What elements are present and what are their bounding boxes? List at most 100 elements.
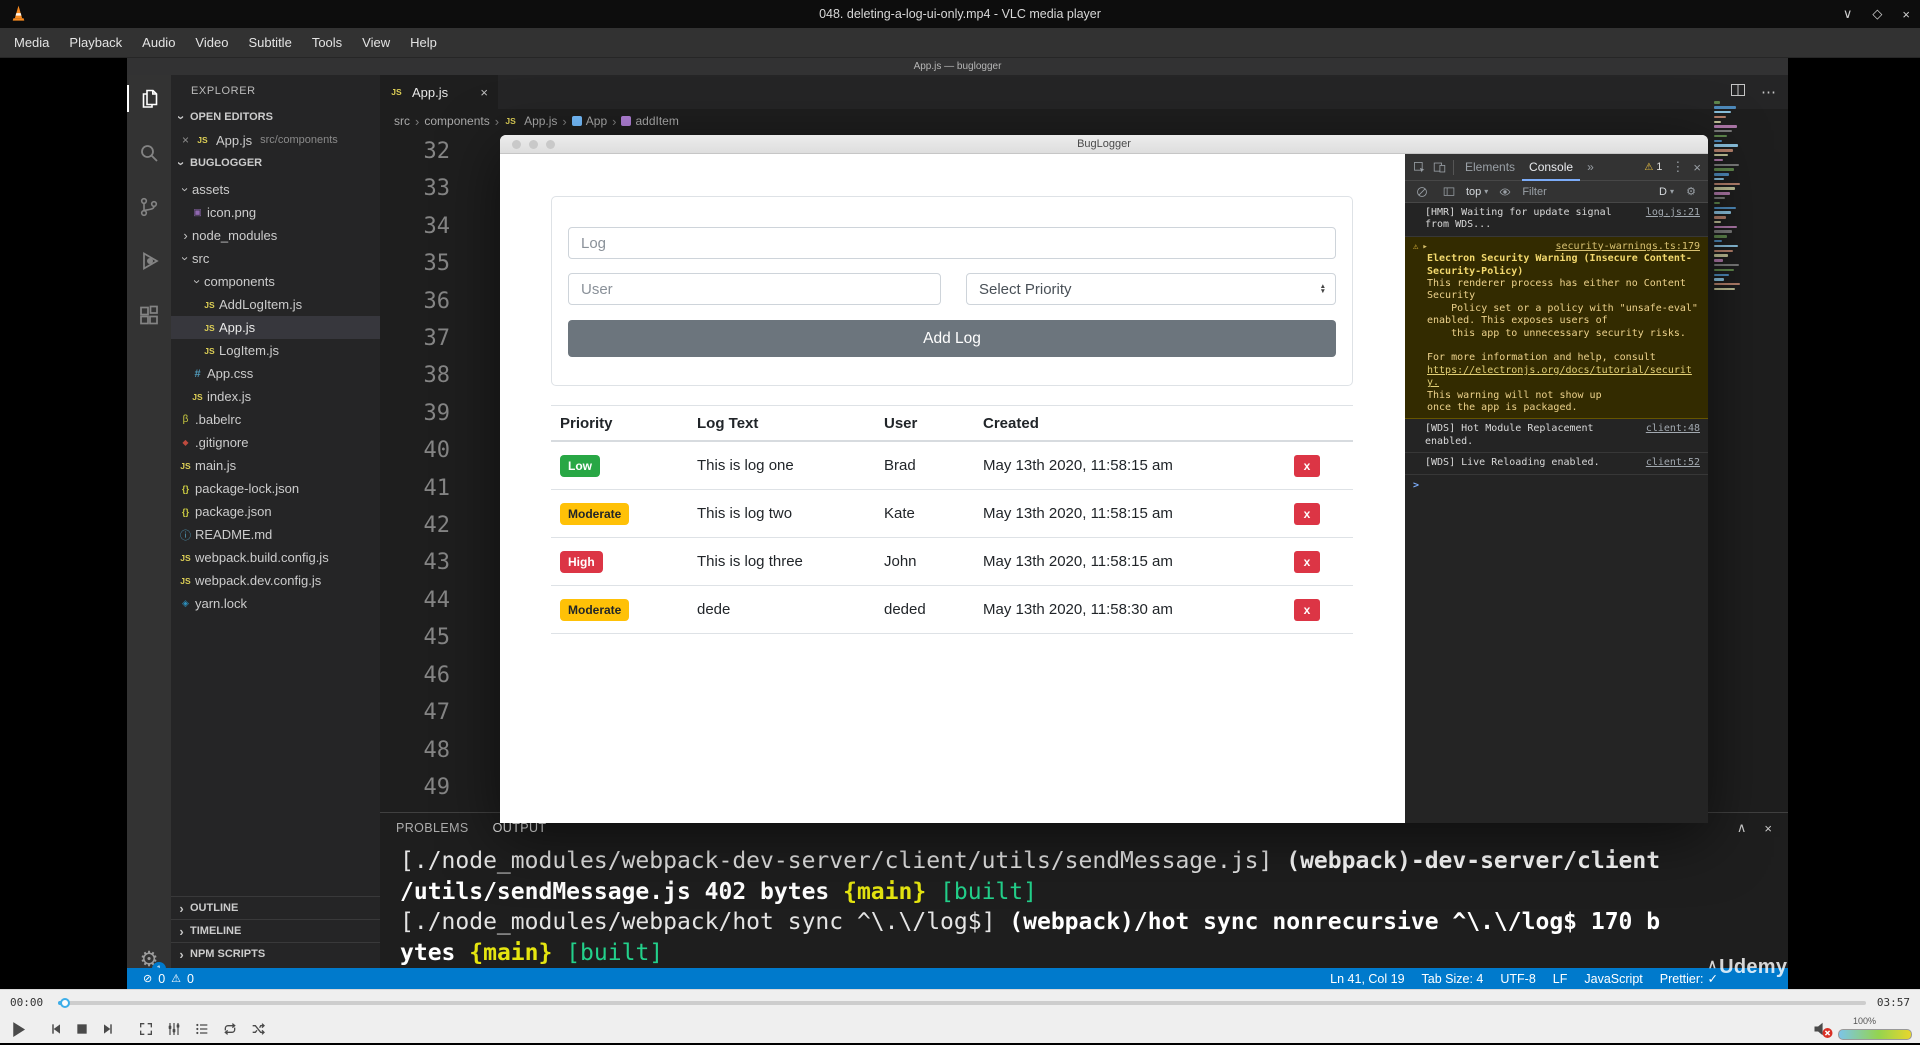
tree-item-webpack-dev-config-js[interactable]: JS webpack.dev.config.js (171, 569, 380, 592)
breadcrumb-app[interactable]: App (571, 114, 607, 128)
minimize-button[interactable]: ∨ (1843, 6, 1853, 22)
console-output[interactable]: [HMR] Waiting for update signal log.js:21… (1405, 203, 1708, 823)
breadcrumb-components[interactable]: components (424, 114, 489, 128)
tab-problems[interactable]: PROBLEMS (396, 821, 469, 835)
vlc-menu-subtitle[interactable]: Subtitle (238, 28, 301, 57)
project-section-header[interactable]: › BUGLOGGER (171, 152, 380, 174)
volume-muted-icon[interactable] (1812, 1018, 1834, 1040)
console-warning-count[interactable]: ⚠ 1 (1644, 161, 1662, 173)
source-link[interactable]: log.js:21 (1646, 207, 1700, 219)
maximize-button[interactable]: ◇ (1872, 6, 1882, 22)
loop-button[interactable] (218, 1017, 242, 1041)
next-button[interactable] (96, 1017, 120, 1041)
maximize-panel-icon[interactable]: ∧ (1737, 820, 1747, 836)
minimap[interactable] (1712, 99, 1745, 299)
tree-item-index-js[interactable]: JS index.js (171, 385, 380, 408)
console-sidebar-icon[interactable] (1439, 186, 1459, 198)
tree-item-components[interactable]: › components (171, 270, 380, 293)
source-link[interactable]: client:52 (1646, 457, 1700, 469)
close-tab-icon[interactable]: × (480, 85, 488, 100)
close-button[interactable]: × (1902, 7, 1910, 22)
open-editors-header[interactable]: › OPEN EDITORS (171, 106, 380, 128)
log-input[interactable] (568, 227, 1336, 259)
log-levels-dropdown[interactable]: D ▾ (1659, 186, 1674, 198)
delete-log-button[interactable]: x (1294, 598, 1320, 621)
device-toolbar-icon[interactable] (1429, 161, 1449, 174)
close-window-button[interactable] (512, 140, 521, 149)
tab-output[interactable]: OUTPUT (493, 821, 547, 835)
tree-item-logitem-js[interactable]: JS LogItem.js (171, 339, 380, 362)
status-encoding[interactable]: UTF-8 (1500, 972, 1535, 986)
previous-button[interactable] (44, 1017, 68, 1041)
inspect-element-icon[interactable] (1409, 161, 1429, 174)
devtools-close-icon[interactable]: × (1693, 160, 1701, 175)
vlc-menu-video[interactable]: Video (185, 28, 238, 57)
clear-console-icon[interactable] (1412, 186, 1432, 198)
play-button[interactable] (6, 1017, 30, 1041)
console-prompt[interactable]: > (1413, 480, 1419, 491)
tree-item-node-modules[interactable]: › node_modules (171, 224, 380, 247)
more-actions-icon[interactable]: ⋯ (1761, 83, 1776, 101)
extensions-icon[interactable] (127, 301, 171, 328)
vlc-menu-audio[interactable]: Audio (132, 28, 185, 57)
close-editor-icon[interactable]: × (179, 133, 192, 147)
tree-item-icon-png[interactable]: ▣ icon.png (171, 201, 380, 224)
section-outline[interactable]: › OUTLINE (171, 896, 380, 919)
tree-item-readme-md[interactable]: ⓘ README.md (171, 523, 380, 546)
video-area[interactable]: App.js — buglogger ⚙ EXPLORER › OPEN EDI… (0, 58, 1920, 989)
seek-handle[interactable] (60, 998, 70, 1008)
run-debug-icon[interactable] (127, 247, 171, 274)
tab-elements[interactable]: Elements (1458, 154, 1522, 181)
shuffle-button[interactable] (246, 1017, 270, 1041)
section-npm-scripts[interactable]: › NPM SCRIPTS (171, 942, 380, 965)
status-eol[interactable]: LF (1553, 972, 1568, 986)
tree-item-yarn-lock[interactable]: ◈ yarn.lock (171, 592, 380, 615)
tree-item-src[interactable]: › src (171, 247, 380, 270)
breadcrumb-additem[interactable]: addItem (621, 114, 679, 128)
tree-item-app-js[interactable]: JS App.js (171, 316, 380, 339)
zoom-window-button[interactable] (546, 140, 555, 149)
volume-slider[interactable] (1838, 1029, 1912, 1040)
vlc-menu-help[interactable]: Help (400, 28, 447, 57)
tree-item-package-json[interactable]: {} package.json (171, 500, 380, 523)
priority-select[interactable]: Select Priority ▲ ▼ (966, 273, 1336, 305)
breadcrumb-src[interactable]: src (394, 114, 410, 128)
tab-console[interactable]: Console (1522, 154, 1580, 181)
console-filter-input[interactable]: Filter (1522, 186, 1546, 198)
terminal-output[interactable]: [./node_modules/webpack-dev-server/clien… (400, 846, 1780, 968)
fullscreen-button[interactable] (134, 1017, 158, 1041)
source-link[interactable]: client:48 (1646, 423, 1700, 435)
open-editor-item[interactable]: × JS App.js src/components (171, 128, 380, 152)
seek-slider[interactable] (58, 998, 1866, 1008)
tree-item-addlogitem-js[interactable]: JS AddLogItem.js (171, 293, 380, 316)
devtools-menu-icon[interactable]: ⋮ (1671, 159, 1684, 175)
explorer-icon[interactable] (127, 85, 171, 112)
vlc-menu-view[interactable]: View (352, 28, 400, 57)
close-panel-icon[interactable]: × (1764, 821, 1772, 836)
tree-item-assets[interactable]: › assets (171, 178, 380, 201)
delete-log-button[interactable]: x (1294, 454, 1320, 477)
tree-item--babelrc[interactable]: β .babelrc (171, 408, 380, 431)
problems-status[interactable]: ⊘ 0 ⚠ 0 (143, 972, 194, 986)
source-control-icon[interactable] (127, 193, 171, 220)
tree-item-main-js[interactable]: JS main.js (171, 454, 380, 477)
tab-app-js[interactable]: JS App.js × (380, 75, 498, 109)
console-settings-icon[interactable]: ⚙ (1681, 185, 1701, 198)
more-tabs-icon[interactable]: » (1580, 154, 1601, 181)
minimize-window-button[interactable] (529, 140, 538, 149)
vlc-menu-media[interactable]: Media (4, 28, 59, 57)
playlist-button[interactable] (190, 1017, 214, 1041)
status-cursor-position[interactable]: Ln 41, Col 19 (1330, 972, 1404, 986)
delete-log-button[interactable]: x (1294, 550, 1320, 573)
add-log-button[interactable]: Add Log (568, 320, 1336, 357)
section-timeline[interactable]: › TIMELINE (171, 919, 380, 942)
status-language[interactable]: JavaScript (1584, 972, 1642, 986)
user-input[interactable] (568, 273, 941, 305)
tree-item--gitignore[interactable]: ◆ .gitignore (171, 431, 380, 454)
tree-item-app-css[interactable]: # App.css (171, 362, 380, 385)
expand-icon[interactable]: ▸ (1422, 241, 1427, 253)
context-selector[interactable]: top ▾ (1466, 186, 1488, 198)
status-indentation[interactable]: Tab Size: 4 (1422, 972, 1484, 986)
delete-log-button[interactable]: x (1294, 502, 1320, 525)
source-link[interactable]: security-warnings.ts:179 (1556, 241, 1701, 253)
